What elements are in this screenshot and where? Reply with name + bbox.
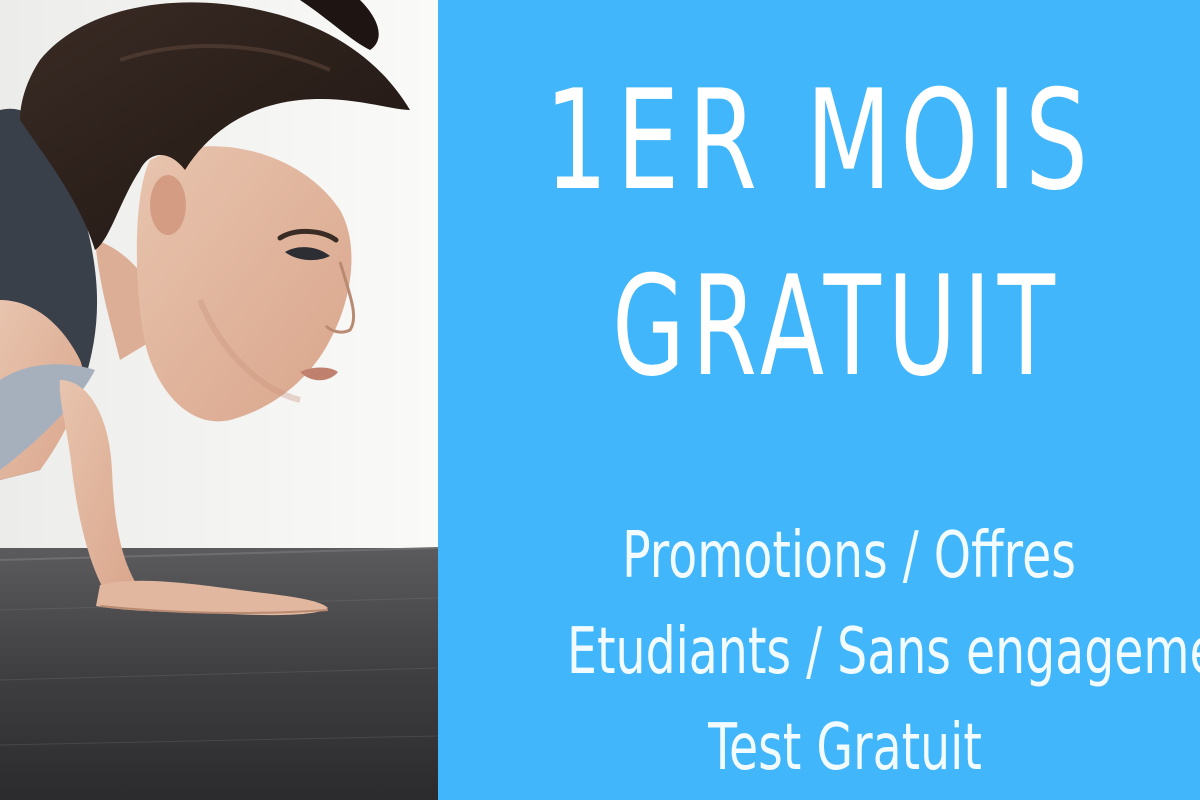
promo-panel: 1ER MOIS GRATUIT Promotions / Offres Etu… — [438, 0, 1200, 800]
fitness-photo — [0, 0, 438, 800]
offer-free-trial: Test Gratuit — [708, 711, 982, 785]
offer-students: Etudiants / Sans engagement — [567, 615, 1200, 689]
promo-banner: 1ER MOIS GRATUIT Promotions / Offres Etu… — [0, 0, 1200, 800]
headline-free: GRATUIT — [612, 246, 1062, 407]
offers-list: Promotions / Offres Etudiants / Sans eng… — [438, 508, 1200, 796]
offer-promotions: Promotions / Offres — [622, 519, 1076, 593]
woman-pushup-illustration — [0, 0, 438, 800]
headline-first-month: 1ER MOIS — [544, 60, 1097, 221]
